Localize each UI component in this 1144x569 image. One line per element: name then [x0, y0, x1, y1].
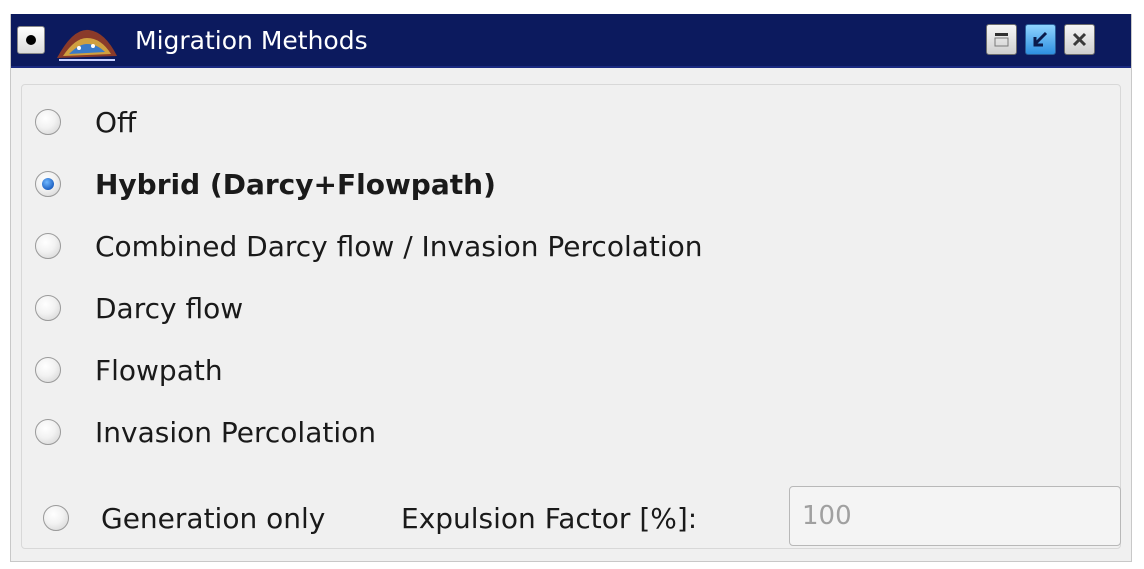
option-darcy-flow[interactable]: Darcy flow: [35, 286, 243, 330]
option-invasion-percolation[interactable]: Invasion Percolation: [35, 410, 376, 454]
minimize-icon: [994, 33, 1009, 47]
expulsion-factor-field[interactable]: 100: [789, 486, 1121, 546]
option-hybrid-label: Hybrid (Darcy+Flowpath): [95, 167, 496, 201]
restore-button[interactable]: [1025, 24, 1056, 55]
radio-hybrid[interactable]: [35, 171, 61, 197]
option-generation-only[interactable]: Generation only: [43, 496, 325, 540]
system-menu-icon[interactable]: [17, 26, 45, 54]
option-generation-only-label: Generation only: [101, 501, 326, 535]
option-off-label: Off: [95, 105, 137, 139]
option-combined-label: Combined Darcy flow / Invasion Percolati…: [95, 229, 703, 263]
migration-methods-window: Migration Methods Off Hybrid (Darcy+Flow…: [10, 14, 1132, 562]
option-invasion-percolation-label: Invasion Percolation: [95, 415, 376, 449]
migration-app-icon: [57, 29, 117, 61]
radio-invasion-percolation[interactable]: [35, 419, 61, 445]
radio-combined[interactable]: [35, 233, 61, 259]
option-flowpath-label: Flowpath: [95, 353, 223, 387]
option-off[interactable]: Off: [35, 100, 136, 144]
radio-off[interactable]: [35, 109, 61, 135]
minimize-button[interactable]: [986, 24, 1017, 55]
window-title: Migration Methods: [135, 26, 368, 55]
close-button[interactable]: [1064, 24, 1095, 55]
expulsion-factor-label: Expulsion Factor [%]:: [401, 502, 698, 535]
option-flowpath[interactable]: Flowpath: [35, 348, 223, 392]
radio-darcy-flow[interactable]: [35, 295, 61, 321]
option-darcy-flow-label: Darcy flow: [95, 291, 244, 325]
close-icon: [1072, 32, 1087, 47]
option-hybrid[interactable]: Hybrid (Darcy+Flowpath): [35, 162, 496, 206]
radio-flowpath[interactable]: [35, 357, 61, 383]
title-bar[interactable]: Migration Methods: [11, 14, 1131, 68]
restore-icon: [1033, 31, 1048, 47]
radio-generation-only[interactable]: [43, 505, 69, 531]
option-combined[interactable]: Combined Darcy flow / Invasion Percolati…: [35, 224, 703, 268]
